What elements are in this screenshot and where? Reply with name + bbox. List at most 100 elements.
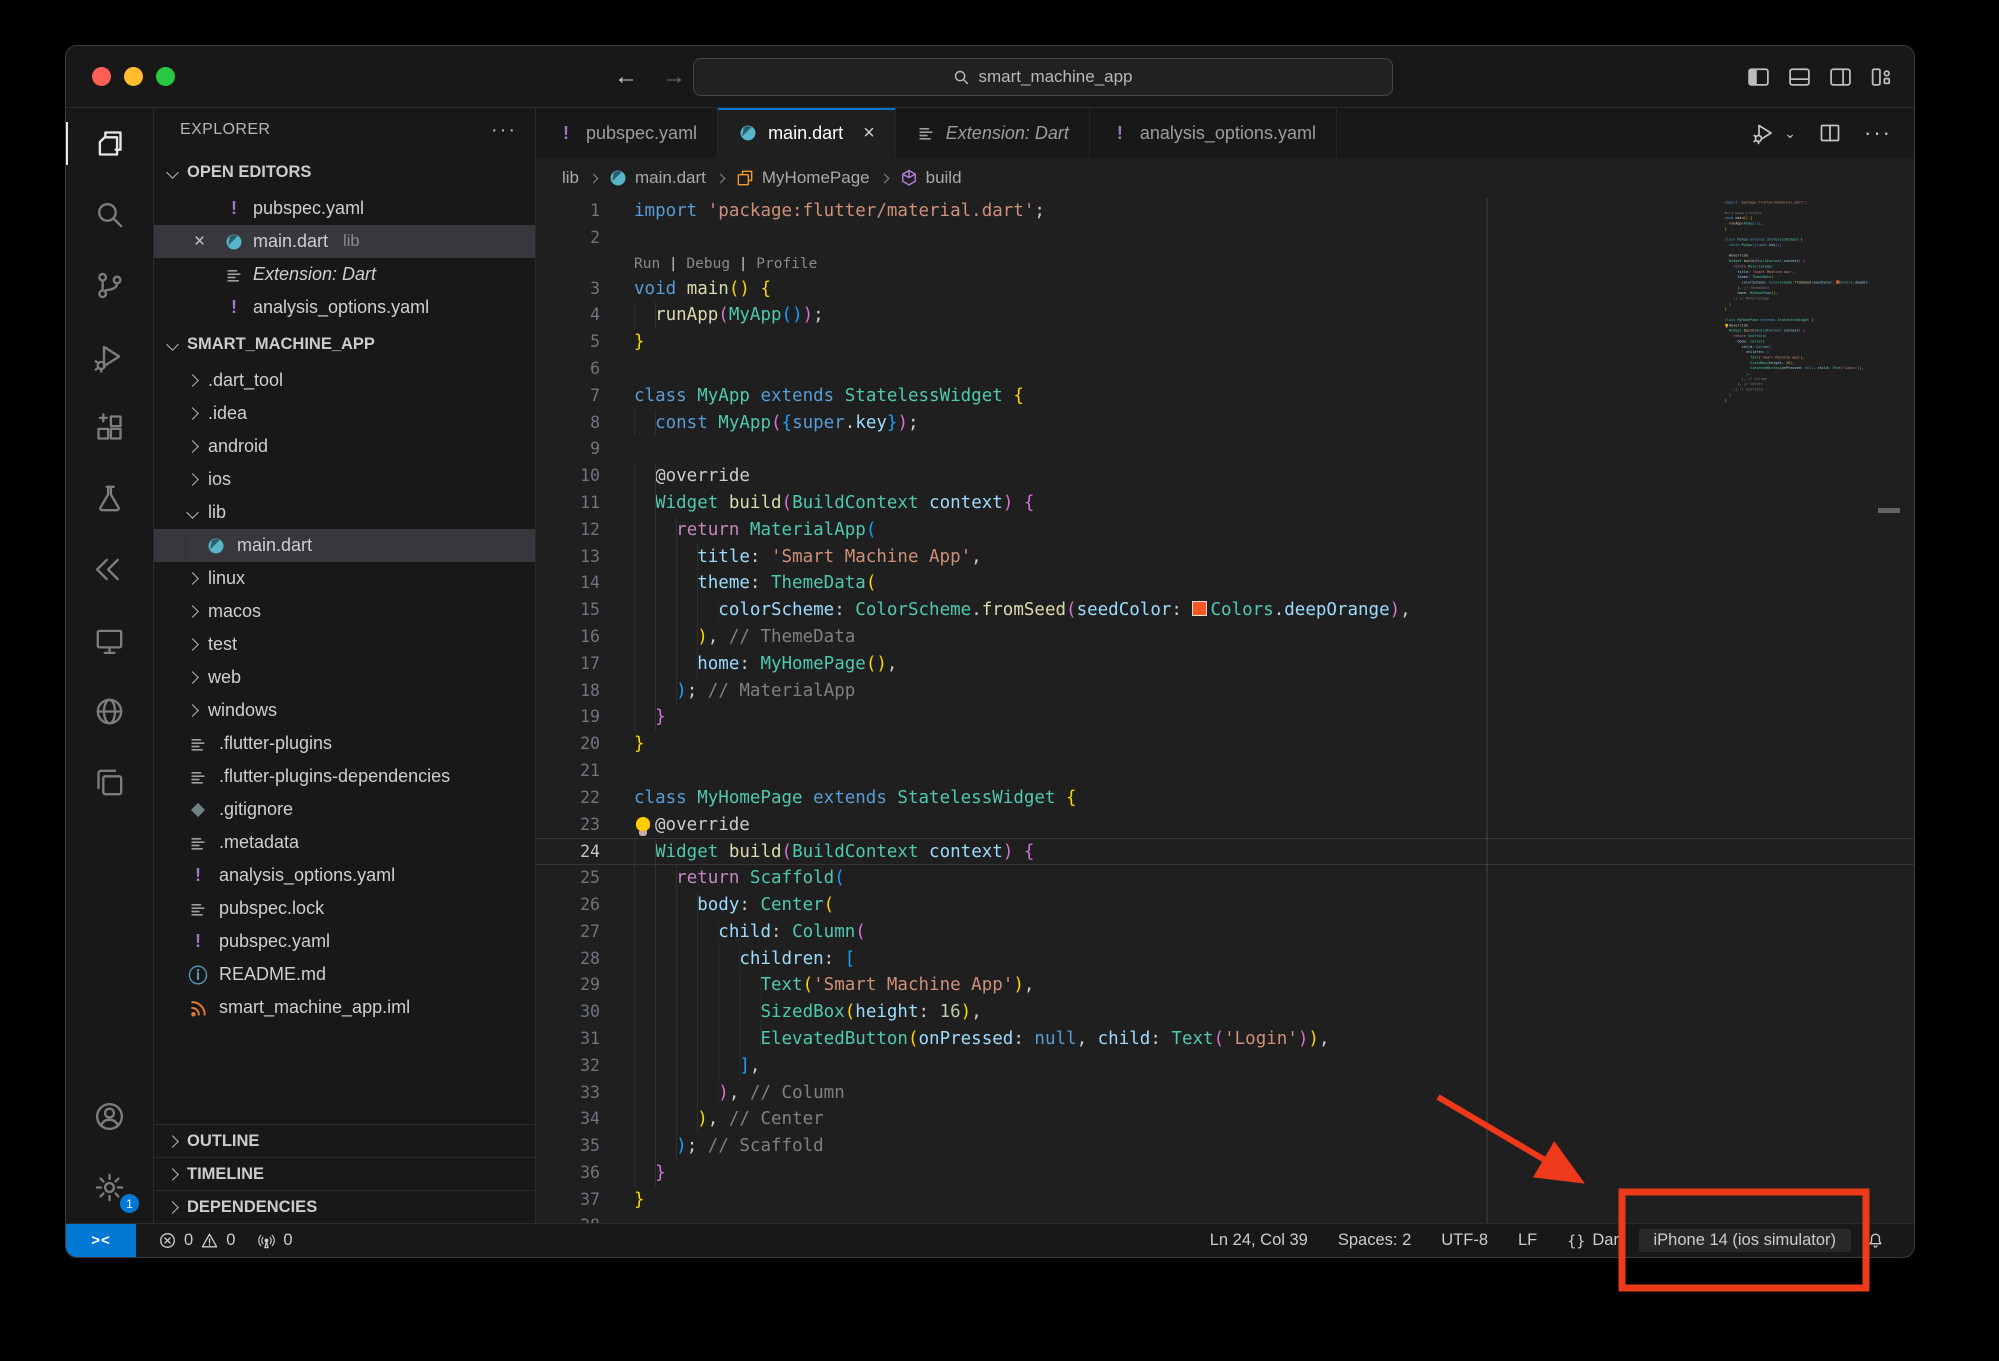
history-back-icon[interactable]: ← (614, 63, 638, 91)
code-line: 38 (1718, 403, 1868, 408)
vscode-window: ← → smart_machine_app 1 EXPLORER ··· OPE… (65, 45, 1915, 1258)
activity-accounts-icon[interactable] (66, 1081, 153, 1152)
status-lf[interactable]: LF (1503, 1229, 1552, 1252)
section-outline[interactable]: OUTLINE (154, 1124, 535, 1157)
tree-item[interactable]: macos (154, 595, 535, 628)
open-editor-item[interactable]: ! analysis_options.yaml (154, 291, 535, 324)
activity-multi-window-icon[interactable] (66, 747, 153, 818)
tree-item[interactable]: .metadata (154, 826, 535, 859)
maximize-window-button[interactable] (156, 67, 175, 86)
code-line: 23 @override (536, 812, 1914, 839)
toggle-panel-icon[interactable] (1787, 64, 1812, 89)
lightbulb-icon[interactable] (636, 817, 650, 831)
tree-item-label: .dart_tool (208, 370, 283, 391)
open-editors-section-header[interactable]: OPEN EDITORS (154, 152, 535, 192)
line-number: 11 (536, 490, 600, 517)
open-editor-item[interactable]: ! pubspec.yaml (154, 192, 535, 225)
open-editor-label: pubspec.yaml (253, 198, 364, 219)
command-center-search[interactable]: smart_machine_app (693, 58, 1393, 96)
tree-item[interactable]: .dart_tool (154, 364, 535, 397)
tree-item[interactable]: ! analysis_options.yaml (154, 859, 535, 892)
notifications-bell[interactable] (1851, 1229, 1900, 1252)
list-file-icon (188, 734, 208, 754)
activity-run-and-debug-icon[interactable] (66, 321, 153, 392)
tab-pubspec-yaml[interactable]: ! pubspec.yaml (536, 108, 718, 158)
chevron-right-icon (186, 671, 199, 684)
code-line: 14 theme: ThemeData( (536, 570, 1914, 597)
tree-item[interactable]: smart_machine_app.iml (154, 991, 535, 1024)
tree-item[interactable]: linux (154, 562, 535, 595)
status-spaces-2[interactable]: Spaces: 2 (1323, 1229, 1426, 1252)
line-number: 27 (536, 919, 600, 946)
tree-item[interactable]: .idea (154, 397, 535, 430)
tree-item[interactable]: ios (154, 463, 535, 496)
tree-item[interactable]: lib (154, 496, 535, 529)
toggle-sidebar-right-icon[interactable] (1828, 64, 1853, 89)
activity-explorer-icon[interactable] (66, 108, 153, 179)
run-dropdown-chevron-icon[interactable]: ⌄ (1784, 125, 1796, 142)
tree-item[interactable]: test (154, 628, 535, 661)
split-editor-icon[interactable] (1818, 121, 1842, 145)
tree-item[interactable]: .gitignore (154, 793, 535, 826)
section-timeline[interactable]: TIMELINE (154, 1157, 535, 1190)
history-forward-icon[interactable]: → (662, 63, 686, 91)
ports-indicator[interactable]: 0 (257, 1231, 292, 1250)
remote-indicator[interactable]: >< (66, 1224, 136, 1258)
more-actions-icon[interactable]: ··· (1864, 120, 1892, 146)
gitignore-icon (188, 800, 208, 820)
explorer-more-actions-icon[interactable]: ··· (491, 119, 517, 142)
tab-main-dart[interactable]: main.dart × (718, 108, 896, 158)
tree-item[interactable]: ⓘ README.md (154, 958, 535, 991)
project-section-header[interactable]: SMART_MACHINE_APP (154, 324, 535, 364)
status-ln-24-col-39[interactable]: Ln 24, Col 39 (1195, 1229, 1323, 1252)
section-dependencies[interactable]: DEPENDENCIES (154, 1190, 535, 1223)
tree-item[interactable]: windows (154, 694, 535, 727)
code-editor[interactable]: 1 import 'package:flutter/material.dart'… (536, 198, 1914, 1223)
tree-item[interactable]: .flutter-plugins-dependencies (154, 760, 535, 793)
language-mode[interactable]: {} Dart (1552, 1229, 1638, 1252)
problems-indicator[interactable]: 0 0 (158, 1231, 235, 1250)
breadcrumb-separator-icon (879, 173, 889, 183)
breadcrumb-item[interactable]: MyHomePage (735, 168, 870, 188)
tree-item-label: pubspec.lock (219, 898, 324, 919)
breadcrumb-item[interactable]: build (899, 168, 962, 188)
minimize-window-button[interactable] (124, 67, 143, 86)
status-utf-8[interactable]: UTF-8 (1426, 1229, 1503, 1252)
tree-item[interactable]: ! pubspec.yaml (154, 925, 535, 958)
close-icon[interactable]: × (863, 122, 875, 145)
codelens-profile[interactable]: Profile (756, 256, 817, 272)
line-number: 4 (536, 302, 600, 329)
run-or-debug-icon[interactable] (1752, 121, 1776, 145)
codelens-run[interactable]: Run (634, 256, 660, 272)
activity-search-icon[interactable] (66, 179, 153, 250)
customize-layout-icon[interactable] (1869, 64, 1894, 89)
activity-settings-icon[interactable]: 1 (66, 1152, 153, 1223)
breadcrumb-item[interactable]: main.dart (608, 168, 706, 188)
activity-testing-icon[interactable] (66, 463, 153, 534)
toggle-sidebar-left-icon[interactable] (1746, 64, 1771, 89)
open-editor-detail: lib (343, 232, 360, 251)
error-icon (158, 1231, 177, 1250)
close-window-button[interactable] (92, 67, 111, 86)
activity-source-control-icon[interactable] (66, 250, 153, 321)
tree-item[interactable]: .flutter-plugins (154, 727, 535, 760)
minimap[interactable]: 1 import 'package:flutter/material.dart'… (1718, 200, 1868, 620)
breadcrumb-item[interactable]: lib (562, 168, 579, 188)
codelens-debug[interactable]: Debug (686, 256, 730, 272)
activity-extensions-icon[interactable] (66, 392, 153, 463)
close-icon[interactable]: × (194, 231, 205, 253)
tab-analysis-options-yaml[interactable]: ! analysis_options.yaml (1090, 108, 1337, 158)
activity-live-preview-icon[interactable] (66, 676, 153, 747)
code-line: 5 } (536, 329, 1914, 356)
activity-references-icon[interactable] (66, 534, 153, 605)
tree-item[interactable]: main.dart (154, 529, 535, 562)
status-iphone-14-ios-simulator-[interactable]: iPhone 14 (ios simulator) (1639, 1229, 1852, 1252)
open-editor-item[interactable]: Extension: Dart (154, 258, 535, 291)
line-number: 29 (536, 972, 600, 999)
activity-remote-explorer-icon[interactable] (66, 605, 153, 676)
open-editor-item[interactable]: × main.dart lib (154, 225, 535, 258)
tab-extension-dart[interactable]: Extension: Dart (896, 108, 1090, 158)
tree-item[interactable]: android (154, 430, 535, 463)
tree-item[interactable]: web (154, 661, 535, 694)
tree-item[interactable]: pubspec.lock (154, 892, 535, 925)
